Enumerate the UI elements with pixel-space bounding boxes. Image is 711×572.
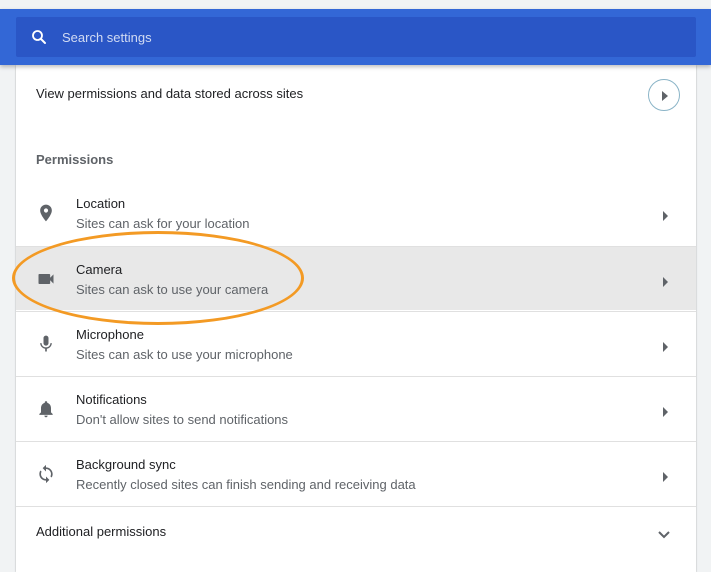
permission-title: Location <box>76 196 126 211</box>
header-bar <box>0 9 711 65</box>
permission-row-microphone[interactable]: Microphone Sites can ask to use your mic… <box>16 311 696 375</box>
permission-title: Microphone <box>76 327 144 342</box>
permission-title: Background sync <box>76 457 176 472</box>
settings-page: View permissions and data stored across … <box>0 0 711 572</box>
top-strip <box>0 0 711 9</box>
permission-subtitle: Recently closed sites can finish sending… <box>76 477 416 492</box>
permission-row-background-sync[interactable]: Background sync Recently closed sites ca… <box>16 441 696 505</box>
search-input[interactable] <box>62 25 662 49</box>
bell-icon <box>36 399 56 419</box>
permission-row-location[interactable]: Location Sites can ask for your location <box>16 181 696 245</box>
view-permissions-button[interactable] <box>648 79 680 111</box>
permission-title: Camera <box>76 262 123 277</box>
arrow-right-icon <box>662 274 670 292</box>
camera-icon <box>36 269 56 289</box>
search-icon <box>30 28 48 46</box>
arrow-right-icon <box>662 404 670 422</box>
additional-permissions-row[interactable]: Additional permissions <box>16 506 696 556</box>
permission-subtitle: Sites can ask to use your camera <box>76 282 269 297</box>
permission-subtitle: Sites can ask for your location <box>76 216 250 231</box>
permissions-section-title: Permissions <box>36 152 114 167</box>
chevron-down-icon[interactable] <box>658 526 670 544</box>
permission-subtitle: Sites can ask to use your microphone <box>76 347 293 362</box>
microphone-icon <box>36 334 56 354</box>
permission-row-camera[interactable]: Camera Sites can ask to use your camera <box>16 246 696 310</box>
additional-permissions-label: Additional permissions <box>36 524 167 539</box>
permission-row-notifications[interactable]: Notifications Don't allow sites to send … <box>16 376 696 440</box>
permission-subtitle: Don't allow sites to send notifications <box>76 412 289 427</box>
view-permissions-row[interactable]: View permissions and data stored across … <box>16 65 696 125</box>
location-pin-icon <box>36 203 56 223</box>
permission-title: Notifications <box>76 392 147 407</box>
arrow-right-icon <box>662 208 670 226</box>
view-permissions-label: View permissions and data stored across … <box>36 86 304 101</box>
arrow-right-icon <box>662 469 670 487</box>
arrow-right-icon <box>662 91 668 101</box>
sync-icon <box>36 464 56 484</box>
arrow-right-icon <box>662 339 670 357</box>
settings-card: View permissions and data stored across … <box>16 65 696 572</box>
search-box[interactable] <box>16 17 696 57</box>
